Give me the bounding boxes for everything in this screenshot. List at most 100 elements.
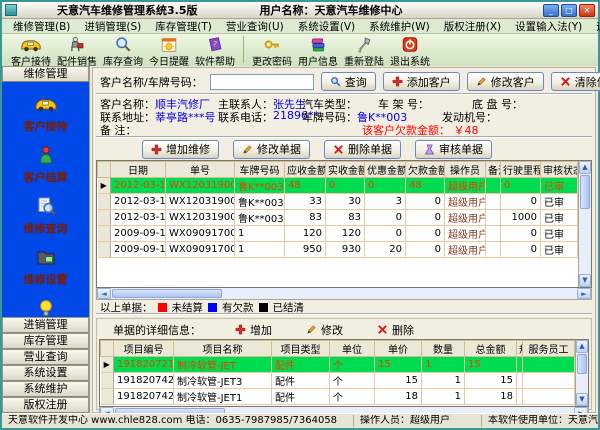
legend-color-swatch xyxy=(158,303,167,312)
menu-item-9[interactable]: 退出系统(Z) xyxy=(589,19,600,34)
toolbar-parts-sale-button[interactable]: 配件销售 xyxy=(54,35,100,68)
table-cell: 1 xyxy=(422,373,465,389)
table-cell: 超级用户 xyxy=(445,242,486,258)
scroll-left-icon[interactable]: ◄ xyxy=(97,288,111,299)
toolbar-exit-system-button[interactable]: 退出系统 xyxy=(387,35,433,68)
clear-x-order-button[interactable]: 删除单据 xyxy=(324,140,401,159)
sidebar-tab-2[interactable]: 库存管理 xyxy=(2,333,89,349)
customer-search-input[interactable] xyxy=(210,74,314,90)
sidebar-tab-5[interactable]: 系统维护 xyxy=(2,381,89,397)
scroll-down-icon[interactable]: ▼ xyxy=(576,393,588,406)
sidebar-tab-4[interactable]: 系统设置 xyxy=(2,365,89,381)
scrollbar-track xyxy=(576,375,588,393)
edit-pencil-detail-button[interactable]: 修改 xyxy=(306,322,343,338)
column-header[interactable]: 操作员 xyxy=(445,162,486,178)
column-header[interactable]: 欠款金额 xyxy=(406,162,445,178)
sidebar-tab-6[interactable]: 版权注册 xyxy=(2,397,89,413)
menu-item-6[interactable]: 系统维护(W) xyxy=(362,19,437,34)
toolbar-stock-search-button[interactable]: 库存查询 xyxy=(100,35,146,68)
column-header[interactable]: 项目名称 xyxy=(174,341,272,357)
column-header[interactable]: 行驶里程 xyxy=(501,162,541,178)
column-header[interactable]: 项目编号 xyxy=(114,341,174,357)
column-header[interactable]: 数量 xyxy=(422,341,465,357)
scrollbar-thumb[interactable] xyxy=(580,175,590,209)
menu-item-1[interactable]: 维修管理(B) xyxy=(6,19,77,34)
scrollbar-thumb[interactable] xyxy=(577,354,587,374)
sidebar-item-customer-settle[interactable]: 客户结算 xyxy=(24,145,68,185)
toolbar-today-reminder-button[interactable]: 今日提醒 xyxy=(146,35,192,68)
legend-item-label: 未结算 xyxy=(172,300,204,315)
menu-item-7[interactable]: 版权注册(X) xyxy=(437,19,508,34)
column-header[interactable]: 规格型号 xyxy=(517,341,523,357)
menu-item-3[interactable]: 库存管理(T) xyxy=(148,19,219,34)
column-header[interactable]: 应收金额 xyxy=(285,162,326,178)
table-row[interactable]: ▶191820721制冷软管-JET配件个15115 xyxy=(101,357,575,373)
table-row[interactable]: 191820742K制冷软管-JET1配件个18118 xyxy=(101,389,575,405)
orders-horizontal-scrollbar[interactable]: ◄ ► xyxy=(96,288,592,300)
audit-stamp-icon xyxy=(424,144,435,155)
maximize-button[interactable]: □ xyxy=(561,4,577,17)
clear-x-customer-button[interactable]: 清除信息 xyxy=(551,72,600,91)
table-row[interactable]: ▶2012-03-19WX1203190003鲁K**003480048超级用户… xyxy=(98,178,578,194)
column-header[interactable]: 单号 xyxy=(166,162,235,178)
column-header[interactable]: 单价 xyxy=(375,341,422,357)
sidebar-item-vehicle-alert[interactable]: 车辆预警 xyxy=(24,298,68,317)
sidebar-item-car[interactable]: 客户接待 xyxy=(24,94,68,134)
legend-label: 以上单据： xyxy=(100,300,153,315)
toolbar: 客户接待配件销售库存查询今日提醒?软件帮助更改密码用户信息重新登陆退出系统 xyxy=(2,34,598,66)
column-header[interactable]: 日期 xyxy=(111,162,166,178)
detail-vertical-scrollbar[interactable]: ▲ ▼ xyxy=(575,340,588,406)
column-header[interactable]: 实收金额 xyxy=(326,162,365,178)
scroll-down-icon[interactable]: ▼ xyxy=(579,274,591,287)
audit-stamp-order-button[interactable]: 审核单据 xyxy=(415,140,492,159)
button-label: 审核单据 xyxy=(439,141,483,157)
sidebar-item-repair-search[interactable]: 维修查询 xyxy=(24,196,68,236)
close-button[interactable]: ✕ xyxy=(579,4,595,17)
column-header[interactable]: 优惠金额 xyxy=(365,162,406,178)
add-order-button[interactable]: 增加维修 xyxy=(142,140,219,159)
table-cell: 0 xyxy=(365,178,406,194)
column-header[interactable]: 车牌号码 xyxy=(235,162,285,178)
search-customer-button[interactable]: 查询 xyxy=(321,72,376,91)
menu-item-4[interactable]: 营业查询(U) xyxy=(219,19,291,34)
sidebar-item-repair-settings[interactable]: 维修设置 xyxy=(24,247,68,287)
table-row[interactable]: 2012-03-19WX1203190001鲁K**003838300超级用户1… xyxy=(98,210,578,226)
toolbar-help-book-button[interactable]: ?软件帮助 xyxy=(192,35,238,68)
sidebar-tab-1[interactable]: 进销管理 xyxy=(2,317,89,333)
scrollbar-thumb[interactable] xyxy=(112,289,222,298)
scroll-up-icon[interactable]: ▲ xyxy=(576,340,588,353)
orders-vertical-scrollbar[interactable]: ▲ ▼ xyxy=(578,161,591,287)
toolbar-car-button[interactable]: 客户接待 xyxy=(8,35,54,68)
menu-item-2[interactable]: 进销管理(S) xyxy=(77,19,148,34)
sidebar-tab-3[interactable]: 营业查询 xyxy=(2,349,89,365)
add-detail-button[interactable]: 增加 xyxy=(235,322,272,338)
menu-item-8[interactable]: 设置输入法(Y) xyxy=(508,19,589,34)
table-cell: 18 xyxy=(375,389,422,405)
column-header[interactable]: 项目类型 xyxy=(272,341,330,357)
column-header[interactable]: 总金额 xyxy=(465,341,517,357)
column-header[interactable]: 单位 xyxy=(330,341,375,357)
edit-pencil-order-button[interactable]: 修改单据 xyxy=(233,140,310,159)
edit-pencil-customer-button[interactable]: 修改客户 xyxy=(467,72,544,91)
toolbar-relogin-button[interactable]: 重新登陆 xyxy=(341,35,387,68)
table-row[interactable]: 2012-03-19WX1203190002鲁K**003333030超级用户0… xyxy=(98,194,578,210)
clear-x-detail-button[interactable]: 删除 xyxy=(377,322,414,338)
table-cell: 15 xyxy=(375,357,422,373)
table-row[interactable]: 2009-09-17WX09091700041950930200超级用户0已审 xyxy=(98,242,578,258)
scroll-up-icon[interactable]: ▲ xyxy=(579,161,591,174)
menu-item-5[interactable]: 系统设置(V) xyxy=(291,19,362,34)
table-cell: 930 xyxy=(326,242,365,258)
sidebar-tab-repair-management[interactable]: 维修管理 xyxy=(2,66,89,82)
column-header[interactable]: 服务员工 xyxy=(523,341,575,357)
table-cell: 20 xyxy=(365,242,406,258)
toolbar-user-info-button[interactable]: 用户信息 xyxy=(295,35,341,68)
scroll-right-icon[interactable]: ► xyxy=(577,288,591,299)
column-header[interactable]: 审核状态 xyxy=(541,162,578,178)
table-cell: 0 xyxy=(501,242,541,258)
table-row[interactable]: 2009-09-17WX0909170005112012000超级用户0已审 xyxy=(98,226,578,242)
toolbar-password-key-button[interactable]: 更改密码 xyxy=(249,35,295,68)
minimize-button[interactable]: _ xyxy=(543,4,559,17)
column-header[interactable]: 备注 xyxy=(486,162,501,178)
table-row[interactable]: 191820742C制冷软管-JET3配件个15115 xyxy=(101,373,575,389)
add-customer-button[interactable]: 添加客户 xyxy=(383,72,460,91)
